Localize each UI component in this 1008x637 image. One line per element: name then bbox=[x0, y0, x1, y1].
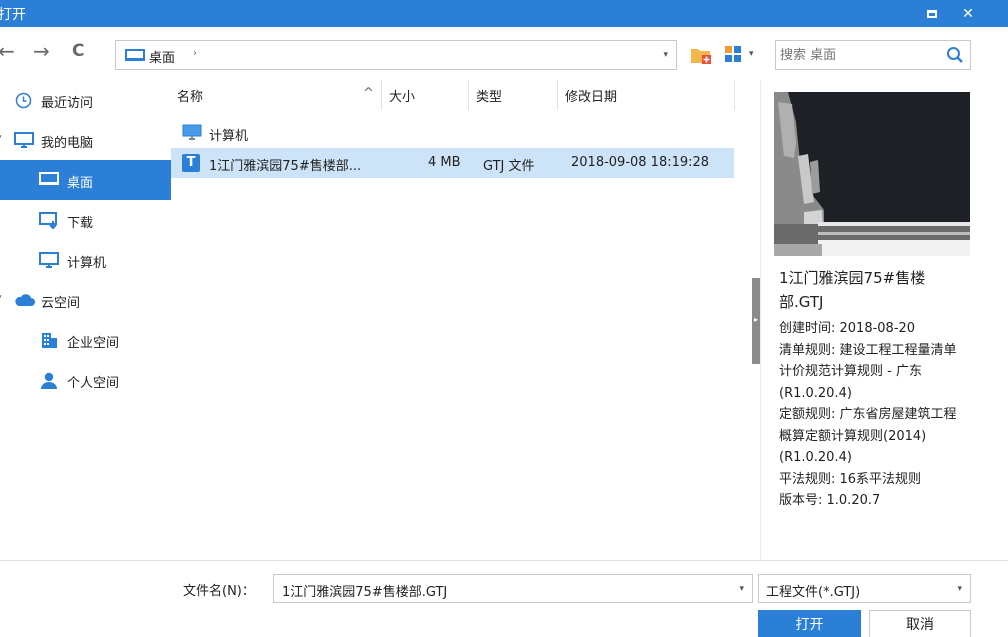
table-row[interactable]: 计算机 bbox=[171, 118, 734, 148]
title-bar: 打开 ✕ bbox=[0, 0, 1008, 27]
preview-file-name: 1江门雅滨园75#售楼部.GTJ bbox=[779, 269, 926, 311]
search-icon[interactable] bbox=[946, 46, 964, 68]
preview-splitter-handle[interactable]: ▸ bbox=[752, 278, 760, 364]
computer-icon bbox=[182, 124, 202, 145]
filename-value[interactable]: 1江门雅滨园75#售楼部.GTJ bbox=[282, 581, 447, 600]
sidebar-item-label: 我的电脑 bbox=[41, 136, 94, 151]
sidebar-item-label: 下载 bbox=[67, 216, 94, 231]
column-divider[interactable] bbox=[468, 80, 469, 110]
forward-button[interactable]: → bbox=[33, 39, 50, 63]
file-list: 名称 ^ 大小 类型 修改日期 计算机 T 1江门雅滨园75#售楼部... 4 … bbox=[171, 80, 755, 560]
sidebar-item-computer[interactable]: 计算机 bbox=[0, 240, 171, 280]
dialog-footer: 文件名(N)： 1江门雅滨园75#售楼部.GTJ ▾ 工程文件(*.GTJ) ▾… bbox=[0, 560, 1008, 637]
filetype-dropdown-arrow[interactable]: ▾ bbox=[957, 584, 962, 594]
building-icon bbox=[40, 332, 58, 353]
view-mode-icon[interactable] bbox=[724, 45, 744, 67]
file-modified: 2018-09-08 18:19:28 bbox=[571, 155, 710, 170]
preview-pane: 1江门雅滨园75#售楼部.GTJ 创建时间: 2018-08-20 清单规则: … bbox=[761, 80, 1008, 560]
column-header-size[interactable]: 大小 bbox=[389, 80, 415, 110]
column-header-modified[interactable]: 修改日期 bbox=[565, 80, 617, 110]
sidebar-item-enterprise-space[interactable]: 企业空间 bbox=[0, 320, 171, 360]
filename-label: 文件名(N)： bbox=[183, 584, 255, 599]
clock-icon bbox=[15, 92, 32, 113]
preview-quota-rule: 定额规则: 广东省房屋建筑工程概算定额计算规则(2014)(R1.0.20.4) bbox=[779, 407, 957, 465]
collapse-arrow-icon[interactable]: ▾ bbox=[0, 293, 2, 303]
sidebar-item-cloud-space[interactable]: ▾ 云空间 bbox=[0, 280, 171, 320]
sidebar-item-label: 最近访问 bbox=[41, 96, 94, 111]
minimize-icon bbox=[927, 9, 937, 18]
breadcrumb-desktop[interactable]: 桌面 bbox=[149, 47, 175, 66]
window-title: 打开 bbox=[0, 7, 26, 23]
cancel-button[interactable]: 取消 bbox=[869, 610, 971, 637]
preview-flat-rule: 平法规则: 16系平法规则 bbox=[779, 471, 922, 487]
preview-created-date: 创建时间: 2018-08-20 bbox=[779, 321, 916, 336]
sidebar-item-personal-space[interactable]: 个人空间 bbox=[0, 360, 171, 400]
sort-ascending-icon[interactable]: ^ bbox=[363, 80, 374, 110]
file-thumbnail bbox=[774, 92, 970, 256]
gtj-file-icon: T bbox=[182, 154, 200, 172]
sidebar-item-label: 个人空间 bbox=[67, 376, 120, 391]
column-header-type[interactable]: 类型 bbox=[476, 80, 502, 110]
file-type: GTJ 文件 bbox=[483, 159, 535, 174]
minimize-button[interactable] bbox=[917, 0, 947, 27]
monitor-icon bbox=[14, 132, 34, 153]
column-header-name[interactable]: 名称 bbox=[177, 80, 203, 110]
address-dropdown-arrow[interactable]: ▾ bbox=[663, 50, 668, 60]
new-folder-icon[interactable] bbox=[690, 45, 712, 69]
person-icon bbox=[40, 372, 58, 393]
view-mode-dropdown[interactable]: ▾ bbox=[749, 49, 754, 59]
file-name: 1江门雅滨园75#售楼部... bbox=[209, 159, 362, 174]
sidebar-item-label: 桌面 bbox=[67, 176, 94, 191]
sidebar-item-label: 企业空间 bbox=[67, 336, 120, 351]
column-divider[interactable] bbox=[557, 80, 558, 110]
desktop-icon bbox=[39, 172, 59, 191]
download-icon bbox=[39, 212, 59, 233]
search-input[interactable] bbox=[780, 45, 940, 65]
desktop-icon bbox=[125, 49, 145, 67]
expand-arrow-icon: ▸ bbox=[754, 315, 759, 324]
sidebar-item-recent[interactable]: 最近访问 bbox=[0, 80, 171, 120]
table-row[interactable]: T 1江门雅滨园75#售楼部... 4 MB GTJ 文件 2018-09-08… bbox=[171, 148, 734, 178]
collapse-arrow-icon[interactable]: ▾ bbox=[0, 133, 2, 143]
search-box[interactable] bbox=[775, 40, 971, 70]
sidebar-item-downloads[interactable]: 下载 bbox=[0, 200, 171, 240]
column-divider[interactable] bbox=[381, 80, 382, 110]
filetype-value: 工程文件(*.GTJ) bbox=[766, 585, 861, 600]
computer-icon bbox=[39, 252, 59, 273]
file-name: 计算机 bbox=[209, 129, 249, 144]
sidebar-item-desktop[interactable]: 桌面 bbox=[0, 160, 171, 200]
file-size: 4 MB bbox=[428, 155, 461, 170]
breadcrumb-separator[interactable]: › bbox=[193, 48, 197, 59]
filename-input[interactable]: 1江门雅滨园75#售楼部.GTJ ▾ bbox=[273, 574, 753, 603]
back-button[interactable]: ← bbox=[0, 39, 15, 63]
column-divider[interactable] bbox=[734, 80, 735, 110]
filename-dropdown-arrow[interactable]: ▾ bbox=[739, 584, 744, 594]
sidebar-item-label: 计算机 bbox=[67, 256, 107, 271]
preview-version: 版本号: 1.0.20.7 bbox=[779, 493, 881, 508]
address-bar[interactable]: 桌面 › ▾ bbox=[115, 40, 677, 70]
sidebar-item-label: 云空间 bbox=[41, 296, 81, 311]
refresh-button[interactable]: C bbox=[72, 39, 84, 63]
sidebar-item-my-computer[interactable]: ▾ 我的电脑 bbox=[0, 120, 171, 160]
preview-details: 创建时间: 2018-08-20 清单规则: 建设工程工程量清单计价规范计算规则… bbox=[779, 318, 969, 512]
close-button[interactable]: ✕ bbox=[953, 0, 983, 27]
filetype-select[interactable]: 工程文件(*.GTJ) ▾ bbox=[758, 574, 971, 603]
cloud-icon bbox=[14, 294, 35, 311]
navigation-sidebar: 最近访问 ▾ 我的电脑 桌面 下载 计算机 ▾ 云空间 企业 bbox=[0, 80, 171, 637]
preview-bill-rule: 清单规则: 建设工程工程量清单计价规范计算规则 - 广东(R1.0.20.4) bbox=[779, 342, 957, 401]
open-button[interactable]: 打开 bbox=[758, 610, 861, 637]
